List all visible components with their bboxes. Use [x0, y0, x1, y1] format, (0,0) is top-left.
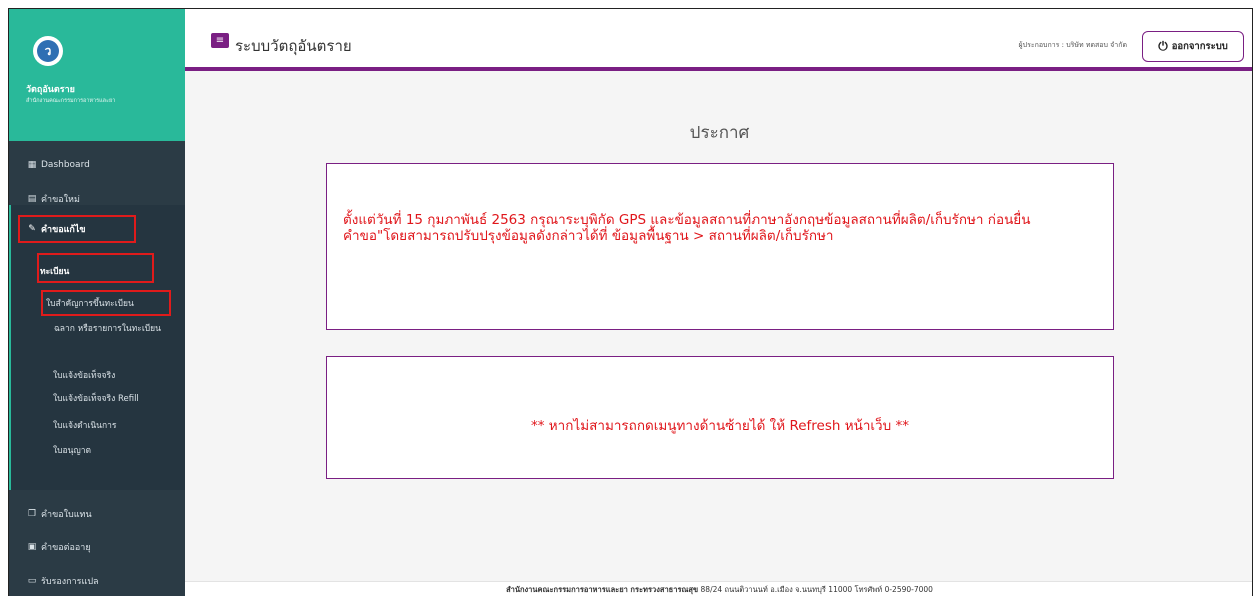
- calendar-icon: ▣: [27, 542, 37, 552]
- copy-icon: ❐: [27, 509, 37, 519]
- menu-toggle-icon[interactable]: ≡: [211, 33, 229, 48]
- announcement-text: ตั้งแต่วันที่ 15 กุมภาพันธ์ 2563 กรุณาระ…: [343, 212, 1031, 244]
- submenu-item-label-list[interactable]: ฉลาก หรือรายการในทะเบียน: [9, 319, 185, 337]
- submenu-item-fact-notice[interactable]: ใบแจ้งข้อเท็จจริง: [9, 366, 185, 384]
- brand-subtitle: สำนักงานคณะกรรมการอาหารและยา: [26, 98, 116, 104]
- sidebar-item-label: Dashboard: [41, 160, 90, 170]
- highlight-box-registration-certificate: [41, 290, 171, 316]
- footer-org: สำนักงานคณะกรรมการอาหารและยา กระทรวงสาธา…: [506, 585, 699, 594]
- sidebar-item-renewal-request[interactable]: ▣ คำขอต่ออายุ: [9, 535, 185, 559]
- logo-mark-icon: ว: [37, 40, 59, 62]
- top-navbar: ≡ ระบบวัตถุอันตราย ผู้ประกอบการ : บริษัท…: [185, 9, 1252, 71]
- logout-label: ออกจากระบบ: [1171, 41, 1228, 52]
- translate-icon: ▭: [27, 576, 37, 586]
- brand-panel: ว วัตถุอันตราย สำนักงานคณะกรรมการอาหารแล…: [9, 9, 185, 141]
- footer-address: 88/24 ถนนติวานนท์ อ.เมือง จ.นนทบุรี 1100…: [700, 585, 933, 594]
- page-title: ประกาศ: [689, 123, 750, 143]
- sidebar-item-label: คำขอใหม่: [41, 195, 80, 205]
- submenu-item-label: ใบแจ้งดำเนินการ: [53, 421, 117, 431]
- sidebar-item-dashboard[interactable]: ▦ Dashboard: [9, 153, 185, 177]
- notice-card: ** หากไม่สามารถกดเมนูทางด้านซ้ายได้ ให้ …: [326, 356, 1114, 479]
- submenu-item-label: ใบอนุญาต: [53, 446, 91, 456]
- brand-name: วัตถุอันตราย: [26, 85, 75, 95]
- sidebar: ว วัตถุอันตราย สำนักงานคณะกรรมการอาหารแล…: [9, 9, 185, 596]
- sidebar-item-label: คำขอใบแทน: [41, 510, 92, 520]
- submenu-item-fact-notice-refill[interactable]: ใบแจ้งข้อเท็จจริง Refill: [9, 389, 185, 407]
- submenu-item-label: ฉลาก หรือรายการในทะเบียน: [54, 324, 161, 334]
- highlight-box-edit-request: [18, 215, 136, 243]
- grid-icon: ▦: [27, 160, 37, 170]
- sidebar-item-translation-certification[interactable]: ▭ รับรองการแปล: [9, 569, 185, 593]
- footer: สำนักงานคณะกรรมการอาหารและยา กระทรวงสาธา…: [185, 581, 1252, 596]
- main-content: ประกาศ ตั้งแต่วันที่ 15 กุมภาพันธ์ 2563 …: [185, 71, 1252, 581]
- submenu-item-label: ใบแจ้งข้อเท็จจริง: [53, 371, 116, 381]
- sidebar-item-label: รับรองการแปล: [41, 577, 99, 587]
- submenu-item-operation-notice[interactable]: ใบแจ้งดำเนินการ: [9, 416, 185, 434]
- highlight-box-registration: [37, 253, 154, 283]
- submenu-item-license[interactable]: ใบอนุญาต: [9, 441, 185, 459]
- agency-logo: ว: [33, 36, 63, 66]
- operator-label: ผู้ประกอบการ : บริษัท ทดสอบ จำกัด: [1018, 41, 1127, 49]
- power-icon: ⏻: [1158, 39, 1168, 53]
- sidebar-item-label: คำขอต่ออายุ: [41, 543, 91, 553]
- refresh-notice-text: ** หากไม่สามารถกดเมนูทางด้านซ้ายได้ ให้ …: [530, 418, 909, 434]
- sidebar-item-replacement-request[interactable]: ❐ คำขอใบแทน: [9, 502, 185, 526]
- app-window: ว วัตถุอันตราย สำนักงานคณะกรรมการอาหารแล…: [8, 8, 1253, 596]
- announcement-card: ตั้งแต่วันที่ 15 กุมภาพันธ์ 2563 กรุณาระ…: [326, 163, 1114, 330]
- document-icon: ▤: [27, 194, 37, 204]
- submenu-item-label: ใบแจ้งข้อเท็จจริง Refill: [53, 394, 139, 404]
- logout-button[interactable]: ⏻ ออกจากระบบ: [1142, 31, 1244, 62]
- app-title: ระบบวัตถุอันตราย: [235, 37, 352, 55]
